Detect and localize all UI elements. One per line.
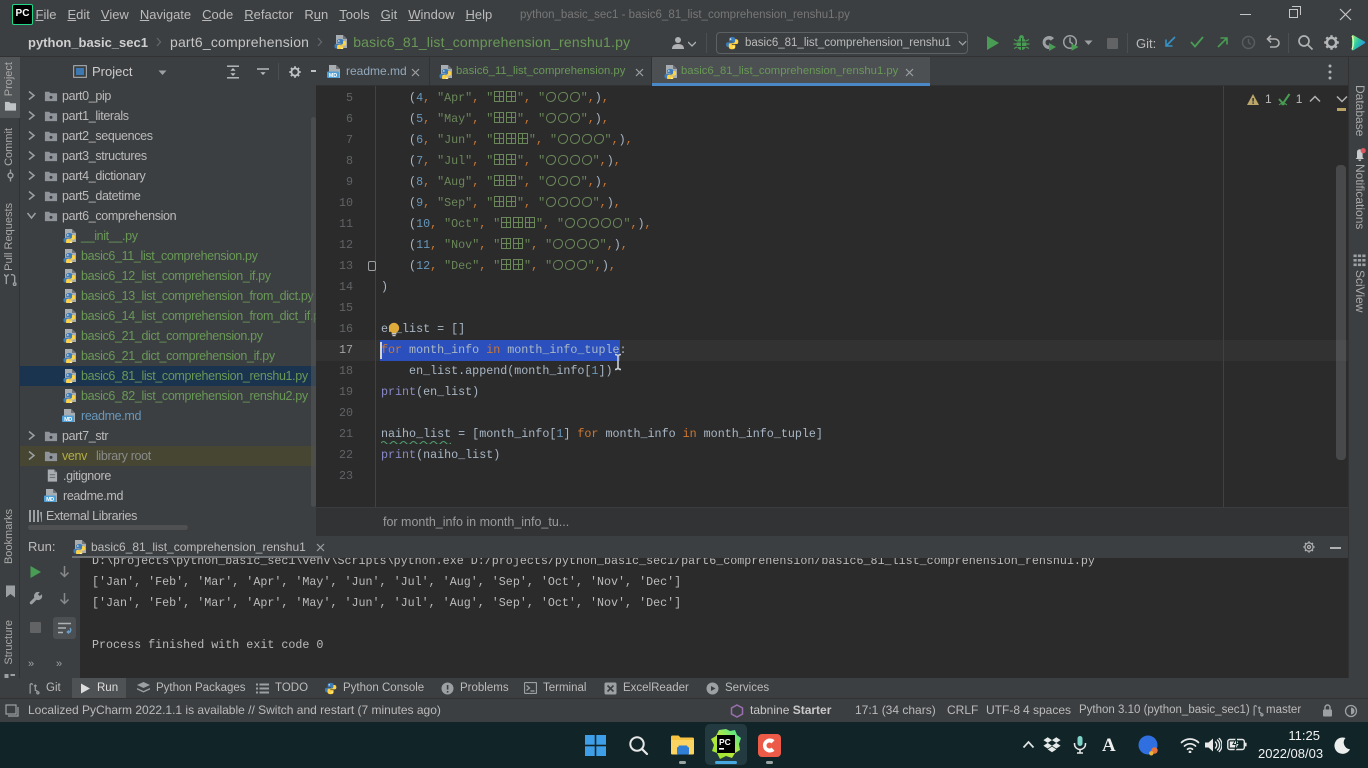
svg-text:PC: PC [719,737,731,747]
